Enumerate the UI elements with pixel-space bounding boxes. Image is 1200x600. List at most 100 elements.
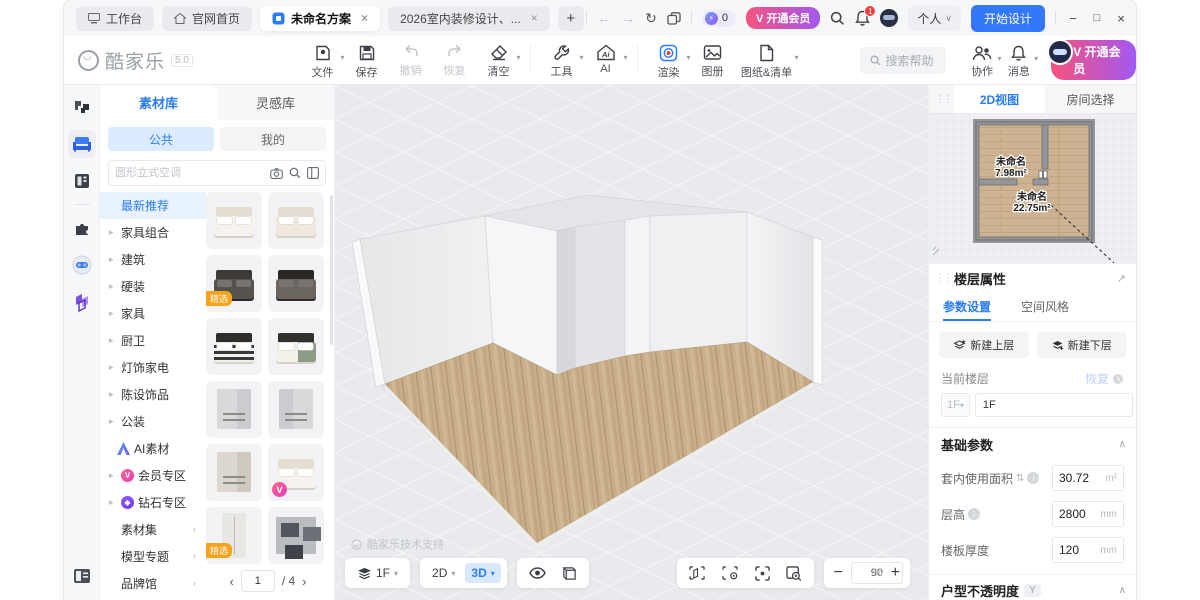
library-search-input[interactable] (115, 167, 264, 179)
start-design-button[interactable]: 开始设计 (971, 5, 1045, 32)
search-icon[interactable] (289, 167, 301, 179)
camera-settings-button[interactable] (716, 563, 745, 583)
category-item[interactable]: 最新推荐 (100, 192, 206, 219)
close-button[interactable]: × (1114, 11, 1128, 26)
product-thumbnail[interactable] (268, 507, 324, 564)
category-item-brands[interactable]: 品牌馆› (100, 570, 206, 597)
expand-icon[interactable]: ↗ (1117, 272, 1126, 285)
collapse-icon[interactable]: ∧ (1119, 439, 1126, 450)
tab-room-select[interactable]: 房间选择 (1045, 85, 1136, 113)
redo-button[interactable]: 恢复 (434, 41, 476, 78)
tab-2d-view[interactable]: 2D视图 (954, 85, 1045, 113)
copy-icon[interactable] (667, 12, 681, 25)
camera-search-icon[interactable] (270, 168, 283, 179)
category-item-vip[interactable]: ▸V会员专区 (100, 462, 206, 489)
assistant-avatar[interactable] (880, 9, 898, 27)
drag-handle-icon[interactable]: ⋮⋮ (935, 273, 954, 284)
tab-material-library[interactable]: 素材库 (100, 85, 217, 120)
product-thumbnail[interactable] (268, 381, 324, 438)
scrollbar[interactable] (330, 195, 333, 345)
product-thumbnail[interactable] (206, 318, 262, 375)
drawings-list-button[interactable]: 图纸&清单▾ (736, 41, 798, 80)
focus-center-button[interactable] (749, 563, 776, 584)
clear-button[interactable]: 清空▾ (478, 41, 520, 79)
collaborate-button[interactable]: 协作▾ (964, 42, 1001, 79)
category-item[interactable]: ▸陈设饰品 (100, 381, 206, 408)
file-button[interactable]: 文件▾ (302, 41, 344, 80)
subtab-public[interactable]: 公共 (108, 127, 214, 151)
next-page-icon[interactable]: › (302, 574, 306, 589)
furniture-library-icon[interactable] (68, 130, 96, 158)
prev-page-icon[interactable]: ‹ (229, 574, 233, 589)
new-tab-button[interactable]: + (558, 6, 584, 31)
back-icon[interactable]: ← (597, 11, 611, 25)
category-item[interactable]: ▸公装 (100, 408, 206, 435)
mode-2d-button[interactable]: 2D▾ (426, 563, 461, 583)
category-item[interactable]: ▸建筑 (100, 246, 206, 273)
undo-button[interactable]: 撤销 (390, 41, 432, 78)
category-item-diamond[interactable]: ▸◆钻石专区 (100, 489, 206, 516)
vip-banner-button[interactable]: V 开通会员 (1051, 40, 1136, 80)
album-button[interactable]: 图册 (692, 41, 734, 79)
drag-handle-icon[interactable]: ⋮⋮ (929, 85, 954, 113)
tab-home[interactable]: 官网首页 (162, 6, 252, 31)
product-thumbnail[interactable]: V (268, 444, 324, 501)
forward-icon[interactable]: → (621, 11, 635, 25)
area-input[interactable]: 30.72 m² (1052, 465, 1124, 491)
zoom-out-button[interactable]: − (830, 564, 847, 582)
category-item[interactable]: ▸家具 (100, 300, 206, 327)
construction-blocks-icon[interactable] (68, 93, 96, 121)
custom-cabinet-icon[interactable] (68, 167, 96, 195)
page-input[interactable] (241, 570, 275, 592)
vip-upgrade-button[interactable]: V 开通会员 (746, 7, 820, 29)
close-tab-icon[interactable]: × (361, 11, 368, 25)
new-upper-floor-button[interactable]: 新建上层 (939, 332, 1029, 358)
tab-workbench[interactable]: 工作台 (76, 6, 154, 31)
coin-balance[interactable]: ⚡ 0 (702, 10, 736, 27)
minimize-button[interactable]: − (1066, 11, 1080, 26)
slab-thickness-input[interactable]: 120 mm (1052, 537, 1124, 563)
tab-untitled-plan[interactable]: 未命名方案 × (260, 6, 380, 31)
product-thumbnail[interactable] (268, 255, 324, 312)
sort-icon[interactable]: ⇅ (1016, 473, 1024, 484)
notifications-button[interactable]: 1 (855, 10, 870, 26)
product-thumbnail[interactable] (206, 192, 262, 249)
save-button[interactable]: 保存 (346, 41, 388, 80)
category-item-ai[interactable]: AI素材 (100, 435, 206, 462)
maximize-button[interactable]: □ (1090, 12, 1104, 24)
orbit-cube-button[interactable] (556, 563, 583, 584)
product-thumbnail[interactable] (268, 318, 324, 375)
plugin-puzzle-icon[interactable] (68, 214, 96, 242)
category-item[interactable]: ▸硬装 (100, 273, 206, 300)
minimap-2d[interactable]: 未命名 7.98m² 未命名 22.75m² (929, 113, 1136, 263)
viewpoint-frame-button[interactable] (683, 563, 712, 583)
tab-inspiration-library[interactable]: 灵感库 (217, 85, 334, 120)
category-item-collections[interactable]: 素材集› (100, 516, 206, 543)
category-item[interactable]: ▸家具组合 (100, 219, 206, 246)
tab-parameter-settings[interactable]: 参数设置 (943, 292, 991, 321)
product-thumbnail[interactable]: 精选 (206, 507, 262, 564)
product-thumbnail[interactable]: 精选 (206, 255, 262, 312)
split-view-icon[interactable] (307, 167, 319, 179)
category-item-model-topics[interactable]: 模型专题› (100, 543, 206, 570)
tab-space-style[interactable]: 空间风格 (1021, 292, 1069, 321)
messages-button[interactable]: 消息▾ (1001, 42, 1038, 79)
viewport-3d[interactable]: 酷家乐技术支持 1F▾ 2D▾ 3D▾ (335, 85, 928, 600)
mode-3d-button[interactable]: 3D▾ (465, 563, 500, 583)
collapse-panel-icon[interactable] (68, 562, 96, 590)
master-tool-icon[interactable] (68, 288, 96, 316)
floor-select[interactable]: 1F▾ (351, 563, 404, 583)
tab-design-doc[interactable]: 2026室内装修设计、... × (388, 6, 550, 31)
ai-button[interactable]: Ai AI▾ (585, 41, 627, 75)
product-thumbnail[interactable] (206, 444, 262, 501)
category-item[interactable]: ▸灯饰家电 (100, 354, 206, 381)
new-lower-floor-button[interactable]: 新建下层 (1037, 332, 1127, 358)
restore-button[interactable]: 恢复 (1085, 370, 1124, 387)
zoom-region-button[interactable] (780, 563, 808, 584)
vr-sphere-icon[interactable] (68, 251, 96, 279)
subtab-mine[interactable]: 我的 (220, 127, 326, 151)
product-thumbnail[interactable] (206, 381, 262, 438)
close-tab-icon[interactable]: × (531, 11, 538, 25)
floor-name-input[interactable] (975, 393, 1133, 417)
search-icon[interactable] (830, 11, 845, 26)
